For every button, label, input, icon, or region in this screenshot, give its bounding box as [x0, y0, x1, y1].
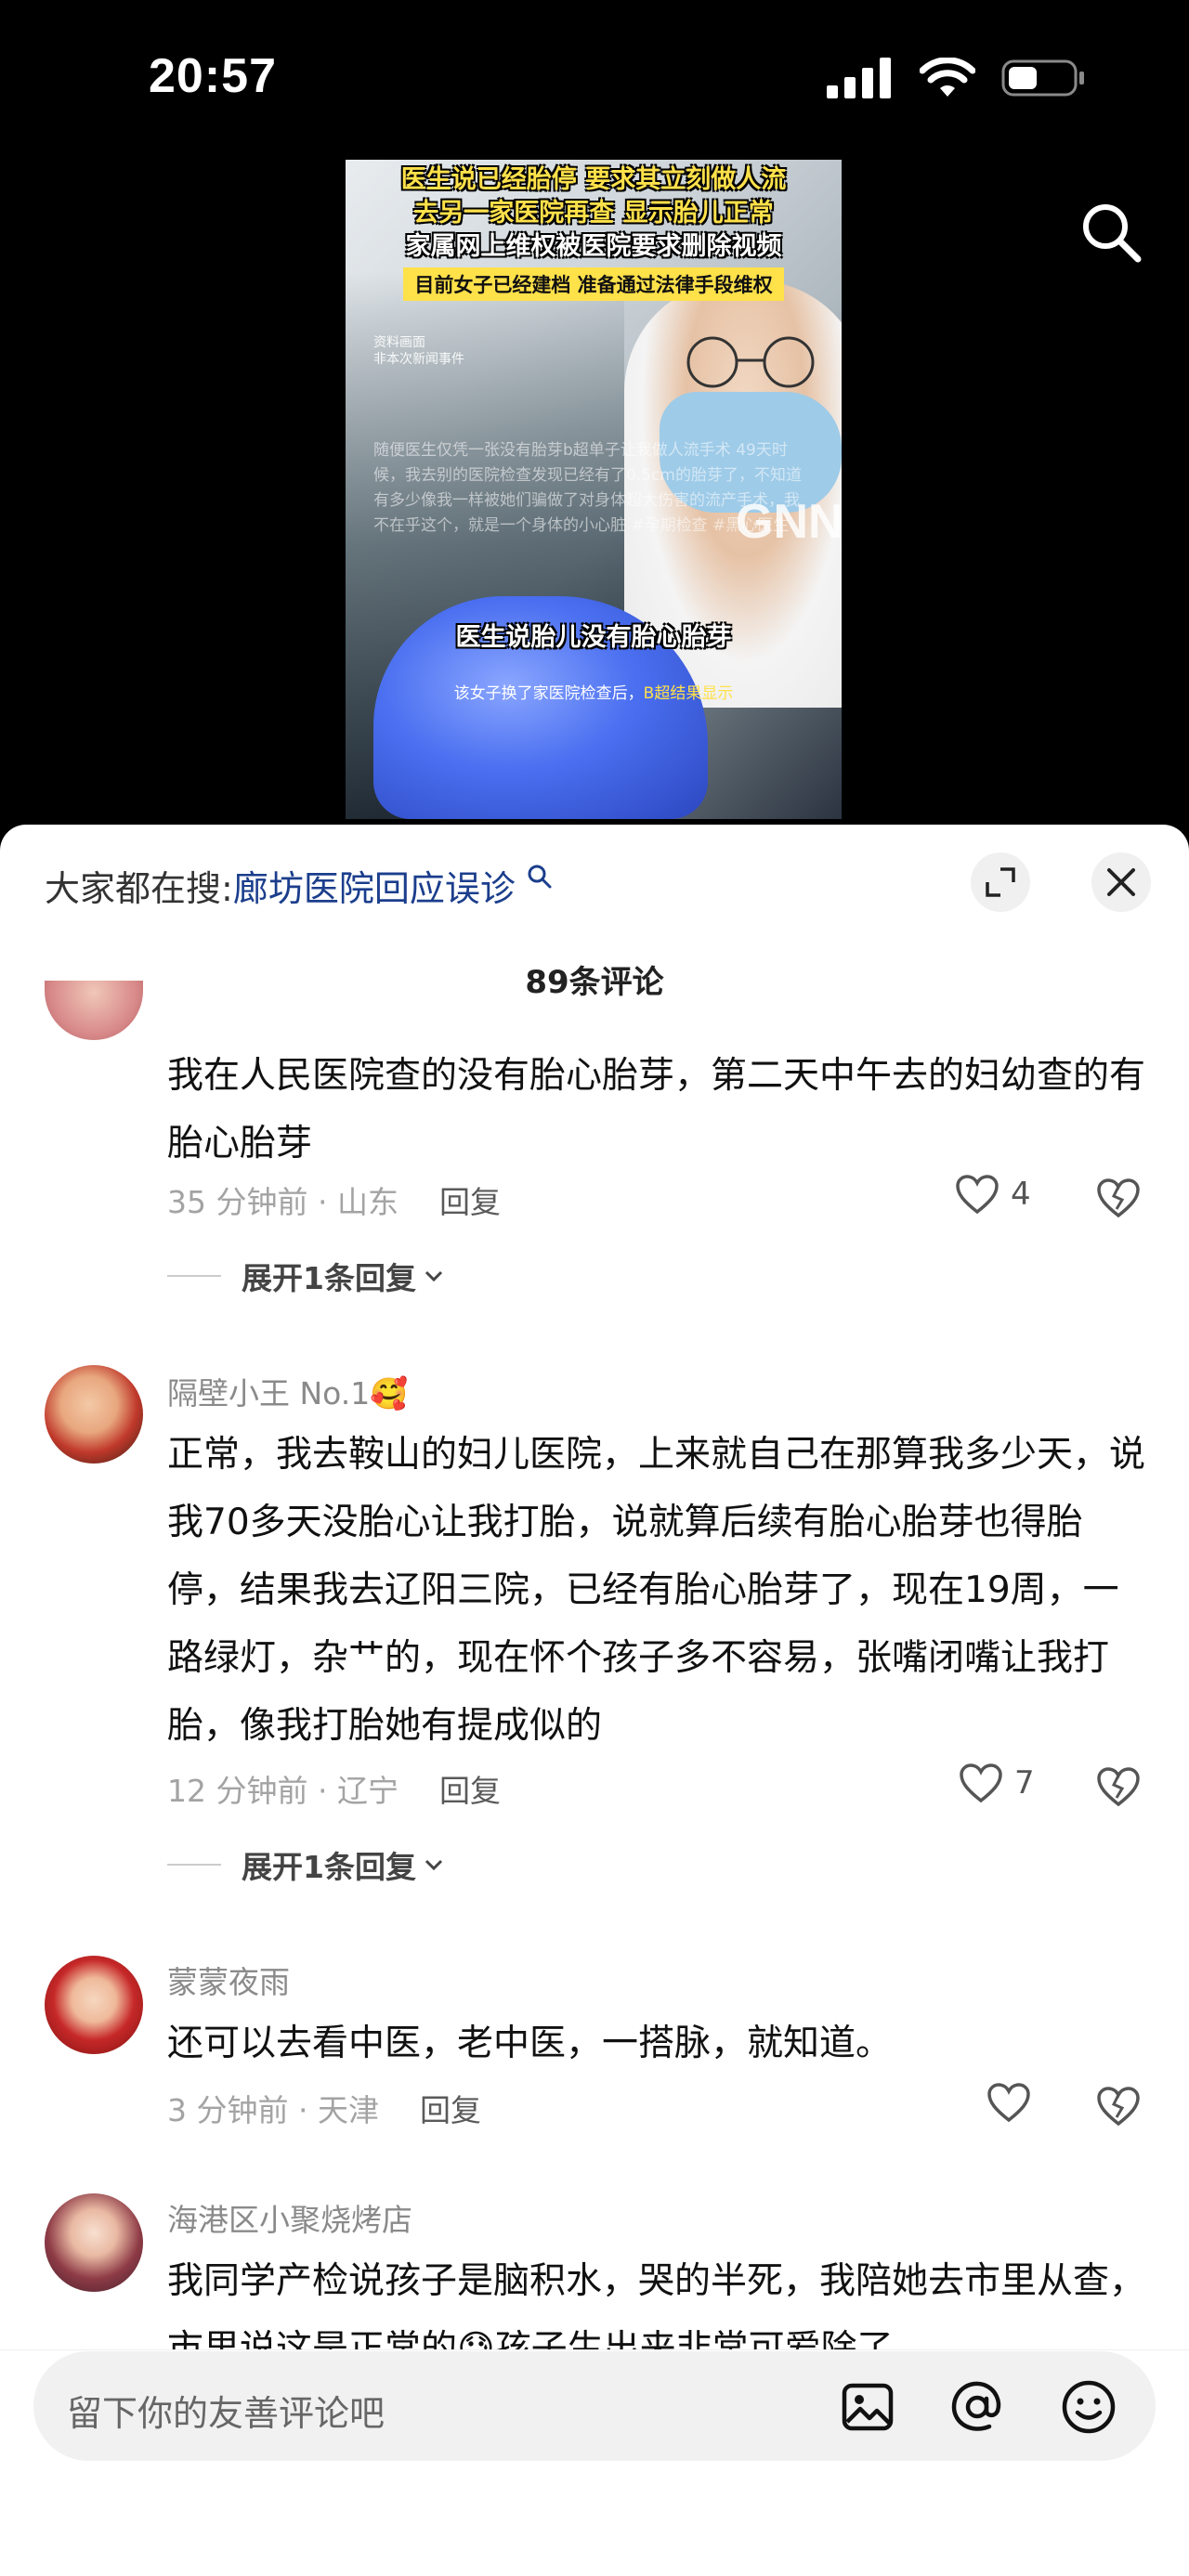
heart-icon: [956, 1175, 999, 1215]
battery-icon: [1001, 59, 1084, 97]
comment-text: 还可以去看中医，老中医，一搭脉，就知道。: [167, 2023, 893, 2064]
status-bar: 20:57: [0, 0, 1189, 139]
close-icon: [1107, 868, 1135, 896]
at-sign-icon: [951, 2381, 1001, 2431]
emoji-icon: [1062, 2380, 1116, 2434]
expand-replies-label: 展开1条回复: [242, 1260, 416, 1296]
reply-button[interactable]: 回复: [420, 2092, 481, 2128]
comment-username[interactable]: 隔壁小王 No.1🥰: [167, 1369, 408, 1413]
status-icons: [827, 58, 1087, 98]
wifi-icon: [920, 58, 975, 97]
comment-username[interactable]: 蒙蒙夜雨: [167, 1958, 290, 2002]
mention-button[interactable]: [944, 2374, 1011, 2440]
like-count: 4: [1011, 1176, 1031, 1213]
video-note: 该女子换了家医院检查后，B超结果显示: [346, 680, 842, 703]
comment-count: 89条评论: [525, 964, 664, 1001]
hot-search-link[interactable]: 廊坊医院回应误诊: [233, 868, 516, 909]
broken-heart-icon[interactable]: [1096, 1766, 1141, 1807]
status-time: 20:57: [149, 49, 277, 103]
reply-button[interactable]: 回复: [439, 1184, 501, 1220]
video-player[interactable]: 医生说已经胎停 要求其立刻做人流 去另一家医院再查 显示胎儿正常 家属网上维权被…: [0, 139, 1189, 826]
comment-input-placeholder: 留下你的友善评论吧: [67, 2393, 385, 2434]
comment-time-location: 12 分钟前 · 辽宁: [167, 1773, 399, 1809]
avatar[interactable]: [45, 1956, 143, 2054]
video-source-note: 资料画面 非本次新闻事件: [373, 334, 464, 368]
search-button[interactable]: [1074, 195, 1148, 269]
image-button[interactable]: [834, 2374, 901, 2440]
emoji-button[interactable]: [1055, 2374, 1122, 2440]
chevron-down-icon: [425, 1859, 443, 1871]
like-button[interactable]: 4: [955, 1174, 1031, 1215]
search-small-icon: [528, 865, 552, 889]
video-caption: 医生说胎儿没有胎心胎芽: [455, 623, 732, 652]
like-button[interactable]: [986, 2082, 1042, 2123]
like-button[interactable]: 7: [959, 1763, 1035, 1803]
video-title-line-2: 去另一家医院再查 显示胎儿正常: [413, 199, 774, 228]
video-frame[interactable]: 医生说已经胎停 要求其立刻做人流 去另一家医院再查 显示胎儿正常 家属网上维权被…: [346, 160, 842, 819]
video-title-line-3: 家属网上维权被医院要求删除视频: [405, 232, 782, 261]
close-button[interactable]: [1091, 852, 1151, 912]
heart-icon: [987, 2083, 1030, 2123]
fullscreen-button[interactable]: [971, 852, 1030, 912]
broken-heart-icon[interactable]: [1096, 2086, 1141, 2127]
comment-username[interactable]: 海港区小聚烧烤店: [167, 2195, 412, 2240]
video-note-highlight: B超结果显示: [643, 684, 734, 703]
avatar[interactable]: [45, 981, 143, 1040]
hot-search-prefix: 大家都在搜:: [45, 868, 233, 909]
video-title: 医生说已经胎停 要求其立刻做人流 去另一家医院再查 显示胎儿正常 家属网上维权被…: [346, 160, 842, 301]
like-count: 7: [1014, 1764, 1035, 1802]
video-source-note-1: 资料画面: [373, 335, 425, 350]
comment-text: 我在人民医院查的没有胎心胎芽，第二天中午去的妇幼查的有胎心胎芽: [167, 1055, 1146, 1164]
video-source-note-2: 非本次新闻事件: [373, 352, 464, 367]
comment-meta: 12 分钟前 · 辽宁 回复: [167, 1766, 501, 1811]
video-watermark: GNN: [736, 495, 842, 549]
avatar[interactable]: [45, 1365, 143, 1464]
video-glasses: [686, 336, 815, 388]
video-title-line-1: 医生说已经胎停 要求其立刻做人流: [400, 165, 787, 194]
expand-replies-label: 展开1条回复: [242, 1849, 416, 1885]
comment-meta: 3 分钟前 · 天津 回复: [167, 2086, 481, 2130]
expand-replies-button[interactable]: 展开1条回复: [167, 1842, 446, 1887]
expand-replies-button[interactable]: 展开1条回复: [167, 1254, 446, 1298]
fullscreen-icon: [986, 867, 1015, 897]
video-note-prefix: 该女子换了家医院检查后，: [453, 684, 644, 703]
search-icon: [1083, 204, 1142, 263]
video-banner: 目前女子已经建档 准备通过法律手段维权: [403, 267, 784, 301]
comment-time-location: 3 分钟前 · 天津: [167, 2092, 379, 2128]
heart-icon: [960, 1763, 1002, 1803]
chevron-down-icon: [425, 1270, 443, 1282]
hot-search[interactable]: 大家都在搜:廊坊医院回应误诊: [45, 860, 553, 911]
avatar[interactable]: [45, 2193, 143, 2292]
comment-text: 正常，我去鞍山的妇儿医院，上来就自己在那算我多少天，说我70多天没胎心让我打胎，…: [167, 1434, 1146, 1747]
broken-heart-icon[interactable]: [1096, 1177, 1141, 1218]
cellular-signal-icon: [827, 58, 891, 98]
image-icon: [842, 2383, 894, 2431]
comment-panel: 大家都在搜:廊坊医院回应误诊 89条评论 我在人民医院查的没有胎心胎芽，第二天中…: [0, 825, 1189, 2576]
comment-time-location: 35 分钟前 · 山东: [167, 1184, 399, 1220]
comment-meta: 35 分钟前 · 山东 回复: [167, 1177, 501, 1222]
reply-button[interactable]: 回复: [439, 1773, 501, 1809]
